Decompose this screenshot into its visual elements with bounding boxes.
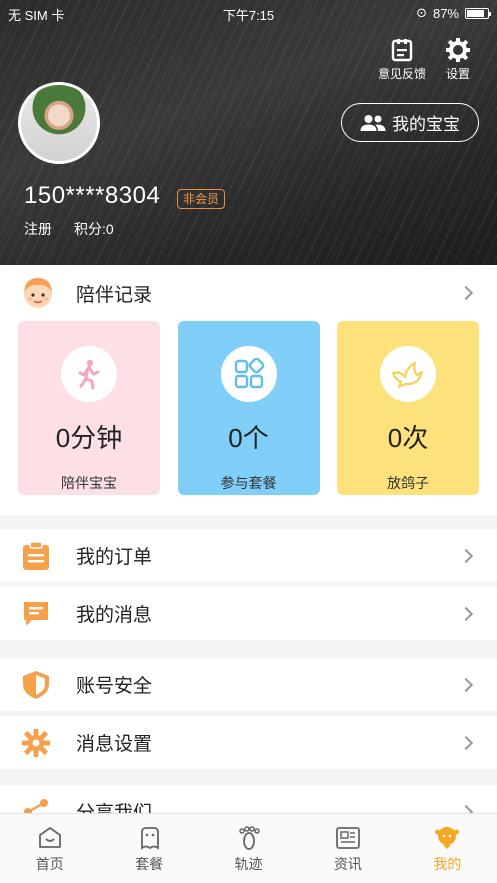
child-face-icon xyxy=(24,278,52,308)
points-text: 积分:0 xyxy=(74,221,114,237)
companion-record-title: 陪伴记录 xyxy=(76,284,153,306)
dove-icon xyxy=(391,361,424,389)
stat-card-no-show[interactable]: 0次 放鸽子 xyxy=(337,321,479,495)
chevron-right-icon xyxy=(458,548,474,563)
running-child-icon xyxy=(78,359,100,390)
tab-label: 套餐 xyxy=(135,856,164,872)
gear-icon xyxy=(446,38,470,62)
footprint-icon xyxy=(238,826,260,850)
battery-percent: 87% xyxy=(432,5,459,21)
tab-track[interactable]: 轨迹 xyxy=(199,814,298,883)
tab-profile[interactable]: 我的 xyxy=(398,814,497,883)
stats-row: 0分钟 陪伴宝宝 0个 参与套餐 0次 放鸽子 xyxy=(0,321,497,495)
profile-header: 无 SIM 卡 下午7:15 ⊙ 87% 意见反馈 设置 我的宝宝 150***… xyxy=(0,0,497,265)
phone-number: 150****8304 xyxy=(24,182,161,209)
people-icon xyxy=(360,114,386,131)
stat-value: 0分钟 xyxy=(55,423,123,453)
chevron-right-icon xyxy=(458,606,474,621)
message-icon xyxy=(24,601,48,626)
account-security-label: 账号安全 xyxy=(76,676,153,697)
status-bar: 无 SIM 卡 下午7:15 ⊙ 87% xyxy=(0,0,497,26)
clipboard-icon xyxy=(23,540,49,570)
battery-icon xyxy=(465,7,491,19)
tab-label: 资讯 xyxy=(333,856,362,872)
tab-label: 轨迹 xyxy=(234,856,263,872)
tab-label: 首页 xyxy=(35,856,64,872)
account-security-row[interactable]: 账号安全 xyxy=(0,658,497,711)
feedback-button[interactable]: 意见反馈 xyxy=(376,38,428,82)
stat-label: 参与套餐 xyxy=(220,475,277,491)
settings-label: 设置 xyxy=(445,67,470,81)
stat-label: 放鸽子 xyxy=(387,475,429,491)
my-baby-button[interactable]: 我的宝宝 xyxy=(341,103,479,142)
tab-label: 我的 xyxy=(433,856,462,872)
gear-icon xyxy=(22,728,50,757)
package-icon xyxy=(141,827,160,850)
settings-button[interactable]: 设置 xyxy=(438,38,478,82)
stat-card-packages[interactable]: 0个 参与套餐 xyxy=(177,321,320,495)
feedback-label: 意见反馈 xyxy=(377,67,426,81)
register-link[interactable]: 注册 xyxy=(24,219,52,239)
stat-card-companion[interactable]: 0分钟 陪伴宝宝 xyxy=(18,321,160,495)
chevron-right-icon xyxy=(458,677,474,692)
my-orders-row[interactable]: 我的订单 xyxy=(0,529,497,582)
my-messages-row[interactable]: 我的消息 xyxy=(0,587,497,640)
stat-value: 0个 xyxy=(228,423,269,453)
message-settings-label: 消息设置 xyxy=(76,734,153,755)
companion-record-row[interactable]: 陪伴记录 xyxy=(0,265,497,321)
shield-icon xyxy=(23,670,49,699)
tab-bar: 首页 套餐 轨迹 资讯 我的 xyxy=(0,813,497,883)
companion-record-card: 陪伴记录 0分钟 陪伴宝宝 0个 参与套餐 0次 放鸽子 xyxy=(0,265,497,515)
chevron-right-icon xyxy=(458,735,474,750)
avatar[interactable] xyxy=(18,82,100,164)
chevron-right-icon xyxy=(458,285,474,301)
message-settings-row[interactable]: 消息设置 xyxy=(0,716,497,769)
news-icon xyxy=(336,827,360,849)
tab-package[interactable]: 套餐 xyxy=(99,814,198,883)
stat-label: 陪伴宝宝 xyxy=(61,475,117,491)
my-orders-label: 我的订单 xyxy=(76,547,153,568)
lock-rotation-icon: ⊙ xyxy=(416,5,427,20)
stat-value: 0次 xyxy=(387,423,429,453)
home-icon xyxy=(38,827,61,848)
member-badge: 非会员 xyxy=(177,189,226,209)
my-baby-label: 我的宝宝 xyxy=(392,115,460,134)
feedback-icon xyxy=(391,39,413,62)
grid-apps-icon xyxy=(234,358,264,389)
tab-home[interactable]: 首页 xyxy=(0,814,99,883)
tab-news[interactable]: 资讯 xyxy=(298,814,397,883)
profile-icon xyxy=(435,827,460,849)
my-messages-label: 我的消息 xyxy=(76,605,153,626)
